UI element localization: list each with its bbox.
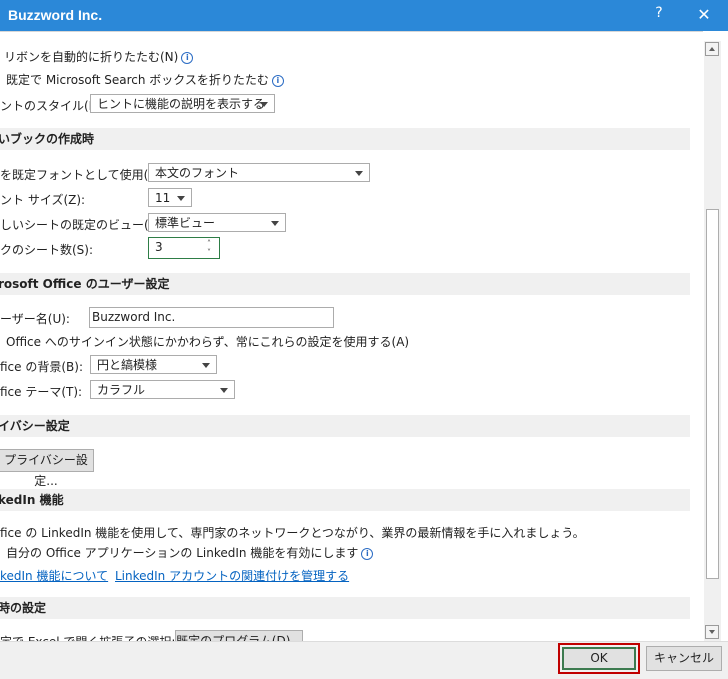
section-privacy-title: イバシー設定 bbox=[0, 419, 70, 433]
auto-collapse-ribbon-label: リボンを自動的に折りたたむ(N) bbox=[4, 50, 179, 64]
section-new-workbook: いブックの作成時 bbox=[0, 128, 690, 150]
cancel-button[interactable]: キャンセル bbox=[646, 646, 722, 671]
office-background-label: fice の背景(B): bbox=[0, 360, 83, 374]
info-icon: i bbox=[361, 547, 374, 560]
ok-button[interactable]: OK bbox=[562, 647, 636, 670]
chevron-down-icon bbox=[260, 102, 268, 107]
scrollbar-thumb[interactable] bbox=[706, 209, 719, 579]
linkedin-enable-label: 自分の Office アプリケーションの LinkedIn 機能を有効にします bbox=[6, 546, 359, 560]
linkedin-enable-option[interactable]: 自分の Office アプリケーションの LinkedIn 機能を有効にします i bbox=[4, 544, 374, 561]
tooltip-style-value: ヒントに機能の説明を表示する bbox=[97, 97, 266, 111]
section-office-user: rosoft Office のユーザー設定 bbox=[0, 273, 690, 295]
arrow-up-icon bbox=[709, 47, 715, 51]
chevron-down-icon bbox=[220, 388, 228, 393]
window-title: Buzzword Inc. bbox=[8, 7, 103, 23]
title-bar: Buzzword Inc. ? ✕ bbox=[0, 0, 728, 31]
default-view-select[interactable]: 標準ビュー bbox=[148, 213, 286, 232]
section-startup: 時の設定 bbox=[0, 597, 690, 619]
scroll-down-button[interactable] bbox=[705, 625, 719, 639]
office-background-select[interactable]: 円と縞模様 bbox=[90, 355, 217, 374]
username-input[interactable]: Buzzword Inc. bbox=[89, 307, 334, 328]
info-icon: i bbox=[181, 51, 194, 64]
scroll-up-button[interactable] bbox=[705, 42, 719, 56]
office-theme-value: カラフル bbox=[97, 383, 146, 397]
arrow-down-icon bbox=[709, 630, 715, 634]
section-linkedin-title: kedIn 機能 bbox=[0, 493, 64, 507]
default-view-label: しいシートの既定のビュー(V): bbox=[0, 218, 166, 232]
font-size-select[interactable]: 11 bbox=[148, 188, 192, 207]
help-icon[interactable]: ? bbox=[651, 5, 667, 25]
office-background-value: 円と縞模様 bbox=[97, 358, 158, 372]
linkedin-about-link[interactable]: kedIn 機能について bbox=[0, 567, 108, 584]
spinner-arrows-icon[interactable]: ˄ ˅ bbox=[207, 239, 211, 257]
default-font-select[interactable]: 本文のフォント bbox=[148, 163, 370, 182]
section-privacy: イバシー設定 bbox=[0, 415, 690, 437]
office-theme-select[interactable]: カラフル bbox=[90, 380, 235, 399]
tooltip-style-select[interactable]: ヒントに機能の説明を表示する bbox=[90, 94, 275, 113]
default-font-value: 本文のフォント bbox=[155, 166, 240, 180]
office-theme-label: fice テーマ(T): bbox=[0, 385, 83, 399]
options-content: リボンを自動的に折りたたむ(N) i 既定で Microsoft Search ボ… bbox=[0, 31, 703, 642]
default-font-label: を既定フォントとして使用(N): bbox=[0, 168, 167, 182]
info-icon: i bbox=[271, 74, 284, 87]
always-use-settings-option[interactable]: Office へのサインイン状態にかかわらず、常にこれらの設定を使用する(A) bbox=[4, 333, 409, 350]
chevron-down-icon bbox=[177, 196, 185, 201]
chevron-down-icon bbox=[271, 221, 279, 226]
sheet-count-value: 3 bbox=[155, 240, 163, 254]
vertical-scrollbar[interactable] bbox=[704, 41, 721, 641]
chevron-down-icon bbox=[202, 363, 210, 368]
section-startup-title: 時の設定 bbox=[0, 601, 47, 615]
chevron-down-icon bbox=[355, 171, 363, 176]
username-value: Buzzword Inc. bbox=[92, 310, 176, 324]
username-label: ーザー名(U): bbox=[0, 312, 70, 326]
privacy-settings-button[interactable]: プライバシー設定... bbox=[0, 449, 94, 488]
auto-collapse-ribbon-option[interactable]: リボンを自動的に折りたたむ(N) i bbox=[4, 48, 194, 65]
font-size-label: ント サイズ(Z): bbox=[0, 193, 86, 207]
linkedin-manage-link[interactable]: LinkedIn アカウントの関連付けを管理する bbox=[115, 567, 349, 584]
always-use-settings-label: Office へのサインイン状態にかかわらず、常にこれらの設定を使用する(A) bbox=[6, 335, 410, 349]
font-size-value: 11 bbox=[155, 191, 171, 205]
section-linkedin: kedIn 機能 bbox=[0, 489, 690, 511]
linkedin-description: fice の LinkedIn 機能を使用して、専門家のネットワークとつながり、… bbox=[0, 526, 585, 540]
collapse-search-label: 既定で Microsoft Search ボックスを折りたたむ bbox=[6, 73, 269, 87]
sheet-count-label: クのシート数(S): bbox=[0, 243, 94, 257]
ok-button-highlight: OK bbox=[558, 643, 640, 674]
collapse-search-option[interactable]: 既定で Microsoft Search ボックスを折りたたむ i bbox=[4, 71, 284, 88]
section-new-workbook-title: いブックの作成時 bbox=[0, 132, 95, 146]
default-view-value: 標準ビュー bbox=[155, 216, 216, 230]
section-office-user-title: rosoft Office のユーザー設定 bbox=[0, 277, 170, 291]
close-icon[interactable]: ✕ bbox=[692, 3, 716, 27]
sheet-count-spinner[interactable]: 3 ˄ ˅ bbox=[148, 237, 220, 259]
